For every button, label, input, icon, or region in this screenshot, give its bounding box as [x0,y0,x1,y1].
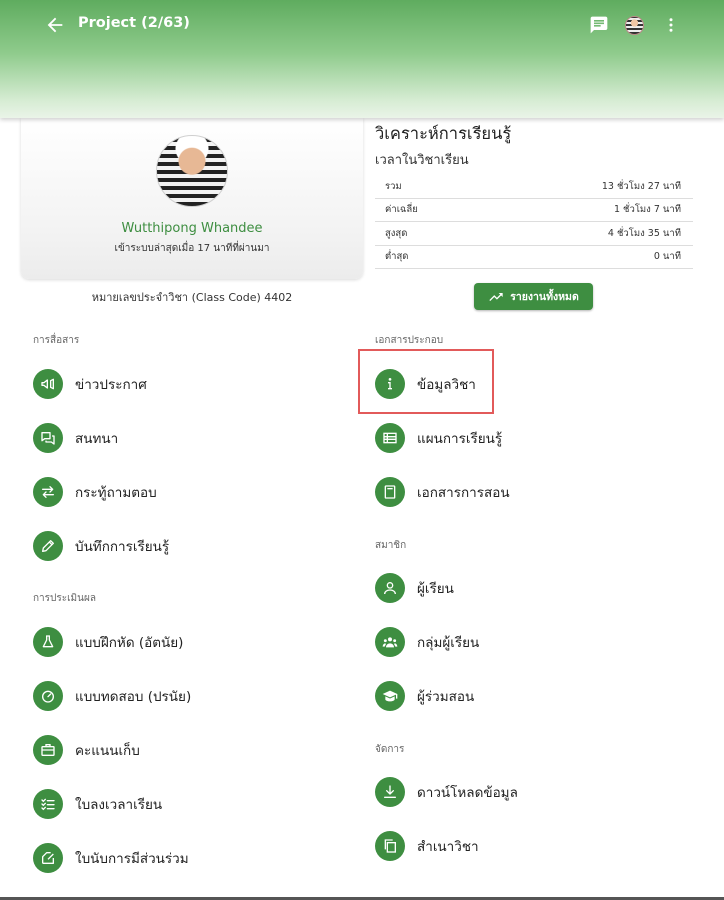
menu-label: ผู้เรียน [417,581,454,597]
more-vert-icon[interactable] [662,15,680,35]
menu-student-groups[interactable]: กลุ่มผู้เรียน [375,622,479,662]
menu-attendance[interactable]: ใบลงเวลาเรียน [33,784,162,824]
pencil-icon [33,531,63,561]
class-code: หมายเลขประจำวิชา (Class Code) 4402 [91,291,293,304]
stat-value: 0 นาที [653,251,681,263]
menu-scores[interactable]: คะแนนเก็บ [33,730,140,770]
menu-quizzes[interactable]: แบบทดสอบ (ปรนัย) [33,676,191,716]
menu-label: แบบฝึกหัด (อัตนัย) [75,635,184,651]
report-button-label: รายงานทั้งหมด [510,291,579,303]
section-members: สมาชิก [375,540,407,551]
book-icon [375,477,405,507]
stat-row: ค่าเฉลี่ย 1 ชั่วโมง 7 นาที [375,199,693,222]
info-icon [375,369,405,399]
menu-co-teachers[interactable]: ผู้ร่วมสอน [375,676,474,716]
stat-label: ต่ำสุด [385,251,409,263]
menu-label: แบบทดสอบ (ปรนัย) [75,689,192,705]
section-documents: เอกสารประกอบ [375,335,444,346]
full-report-button[interactable]: รายงานทั้งหมด [474,283,593,310]
group-icon [375,627,405,657]
arrow-left-icon[interactable] [44,14,66,36]
menu-label: แผนการเรียนรู้ [417,431,503,447]
section-assessment: การประเมินผล [33,593,96,604]
time-stats-table: รวม 13 ชั่วโมง 27 นาที ค่าเฉลี่ย 1 ชั่วโ… [375,175,693,269]
menu-label: คะแนนเก็บ [75,743,140,759]
menu-download[interactable]: ดาวน์โหลดข้อมูล [375,772,518,812]
menu-exercises[interactable]: แบบฝึกหัด (อัตนัย) [33,622,183,662]
profile-photo [156,135,228,207]
menu-participation[interactable]: ใบนับการมีส่วนร่วม [33,838,189,878]
analytics-title: วิเคราะห์การเรียนรู้ [375,124,512,143]
menu-label: สำเนาวิชา [417,839,479,855]
gauge-icon [33,681,63,711]
menu-lesson-plan[interactable]: แผนการเรียนรู้ [375,418,502,458]
table-list-icon [375,423,405,453]
section-manage: จัดการ [375,744,405,755]
menu-course-info[interactable]: ข้อมูลวิชา [375,364,476,404]
stat-value: 4 ชั่วโมง 35 นาที [607,227,681,239]
course-page: Project (2/63) Wutthipong Whandee เข้าระ… [0,0,724,900]
menu-copy-course[interactable]: สำเนาวิชา [375,826,479,866]
profile-name: Wutthipong Whandee [121,221,263,236]
stat-row: ต่ำสุด 0 นาที [375,246,693,269]
menu-label: กลุ่มผู้เรียน [417,635,480,651]
menu-qa[interactable]: กระทู้ถามตอบ [33,472,157,512]
stat-row: สูงสุด 4 ชั่วโมง 35 นาที [375,222,693,246]
stat-row: รวม 13 ชั่วโมง 27 นาที [375,175,693,199]
person-icon [375,573,405,603]
menu-discussion[interactable]: สนทนา [33,418,118,458]
user-avatar[interactable] [625,16,644,35]
section-communication: การสื่อสาร [33,335,80,346]
swap-arrows-icon [33,477,63,507]
profile-card: Wutthipong Whandee เข้าระบบล่าสุดเมื่อ 1… [21,118,363,279]
graduation-cap-icon [375,681,405,711]
stat-label: ค่าเฉลี่ย [385,204,418,216]
menu-label: สนทนา [75,431,119,447]
menu-students[interactable]: ผู้เรียน [375,568,454,608]
menu-label: เอกสารการสอน [417,485,510,501]
flask-icon [33,627,63,657]
trending-up-icon [489,292,503,301]
checklist-icon [33,789,63,819]
menu-label: ข่าวประกาศ [75,377,147,393]
chat-icon[interactable] [589,15,609,35]
stat-label: รวม [385,180,402,192]
app-bar: Project (2/63) [0,0,724,118]
download-icon [375,777,405,807]
megaphone-icon [33,369,63,399]
stat-value: 1 ชั่วโมง 7 นาที [613,204,681,216]
stat-label: สูงสุด [385,227,408,239]
menu-announcements[interactable]: ข่าวประกาศ [33,364,147,404]
menu-label: ใบนับการมีส่วนร่วม [75,851,189,867]
chat-bubbles-icon [33,423,63,453]
edit-note-icon [33,843,63,873]
menu-label: ใบลงเวลาเรียน [75,797,163,813]
menu-teaching-docs[interactable]: เอกสารการสอน [375,472,510,512]
menu-label: ข้อมูลวิชา [417,377,476,393]
stat-value: 13 ชั่วโมง 27 นาที [601,180,681,192]
menu-label: กระทู้ถามตอบ [75,485,157,501]
menu-label: บันทึกการเรียนรู้ [75,539,170,555]
last-login-text: เข้าระบบล่าสุดเมื่อ 17 นาทีที่ผ่านมา [114,243,270,254]
menu-label: ผู้ร่วมสอน [417,689,475,705]
menu-journal[interactable]: บันทึกการเรียนรู้ [33,526,169,566]
analytics-subtitle: เวลาในวิชาเรียน [375,153,469,168]
app-title: Project (2/63) [78,15,190,31]
briefcase-icon [33,735,63,765]
copy-icon [375,831,405,861]
menu-label: ดาวน์โหลดข้อมูล [417,785,518,801]
